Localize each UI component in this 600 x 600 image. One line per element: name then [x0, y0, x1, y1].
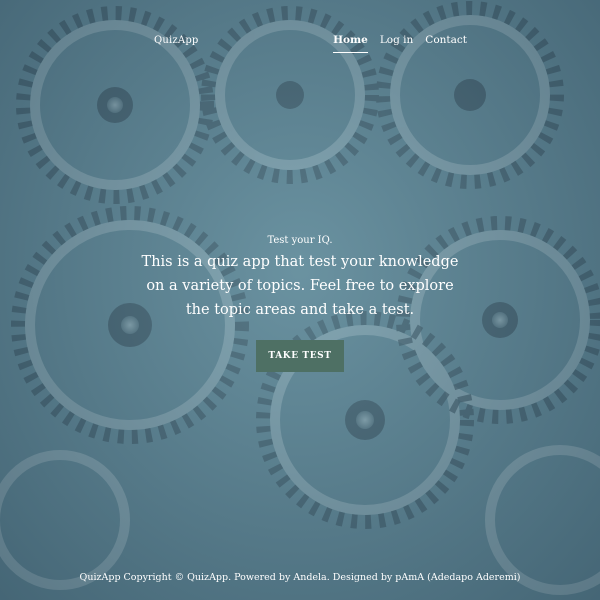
nav-links: Home Log in Contact: [333, 34, 467, 53]
hero-section: Test your IQ. This is a quiz app that te…: [0, 235, 600, 372]
footer-copyright: QuizApp Copyright © QuizApp. Powered by …: [79, 572, 521, 583]
top-navbar: QuizApp Home Log in Contact: [0, 0, 600, 60]
hero-headline: This is a quiz app that test your knowle…: [141, 254, 459, 318]
nav-home-link[interactable]: Home: [333, 34, 368, 53]
take-test-button[interactable]: TAKE TEST: [256, 340, 344, 372]
nav-contact-link[interactable]: Contact: [425, 34, 467, 53]
brand-logo-text[interactable]: QuizApp: [154, 35, 199, 46]
hero-eyebrow: Test your IQ.: [267, 235, 333, 246]
nav-login-link[interactable]: Log in: [380, 34, 413, 53]
